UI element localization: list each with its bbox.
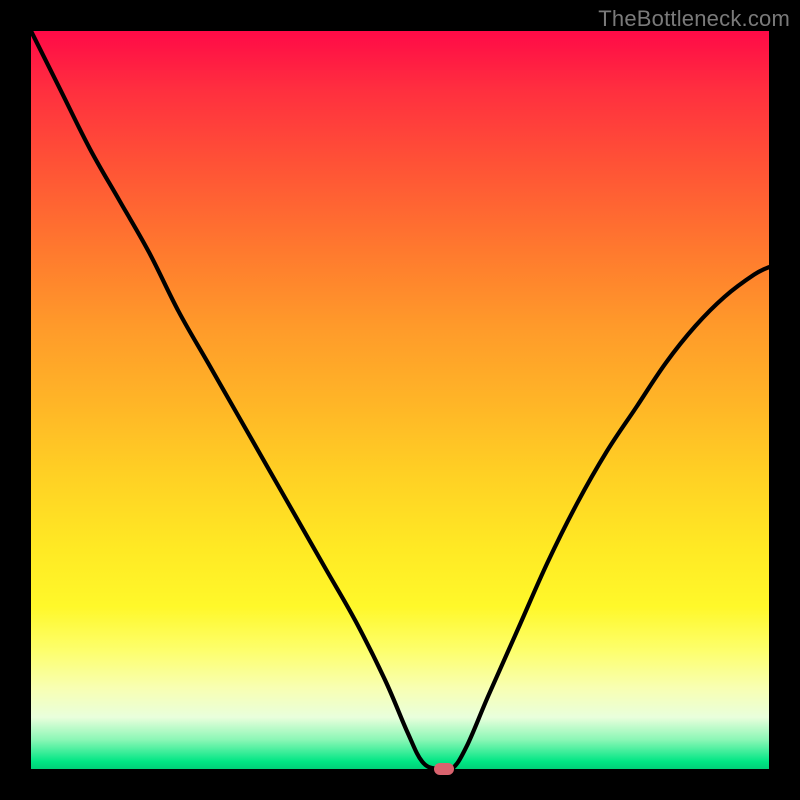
plot-area [31, 31, 769, 769]
watermark-label: TheBottleneck.com [598, 6, 790, 32]
optimal-point-marker [434, 763, 454, 775]
chart-frame: TheBottleneck.com [0, 0, 800, 800]
bottleneck-curve [31, 31, 769, 769]
